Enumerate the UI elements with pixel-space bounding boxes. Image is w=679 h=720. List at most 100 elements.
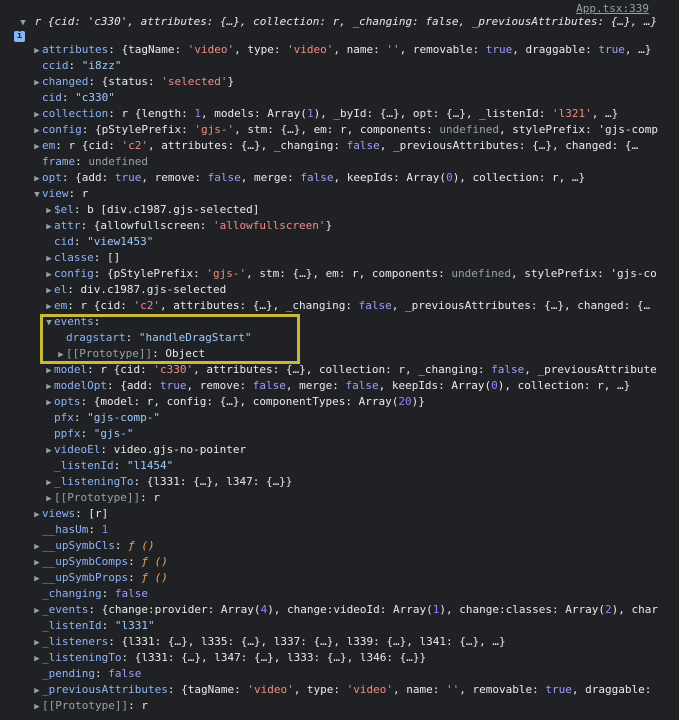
expand-triangle-icon[interactable]: ▶ [32, 75, 42, 90]
property-key: collection [42, 107, 109, 120]
expand-triangle-icon[interactable]: ▶ [32, 507, 42, 522]
property-value: video.gjs-no-pointer [113, 443, 247, 456]
property-row-config[interactable]: ▶ config: {pStylePrefix: 'gjs-', stm: {…}… [0, 266, 679, 282]
property-row-em[interactable]: ▶ em: r {cid: 'c2', attributes: {…}, _cha… [0, 298, 679, 314]
property-row-views[interactable]: ▶ views: [r] [0, 506, 679, 522]
expand-triangle-icon[interactable]: ▶ [44, 251, 54, 266]
expand-triangle-icon[interactable]: ▶ [32, 683, 42, 698]
expand-triangle-icon[interactable]: ▶ [32, 571, 42, 586]
expand-triangle-icon[interactable]: ▶ [32, 171, 42, 186]
property-row-view[interactable]: ▼ view: r [0, 186, 679, 202]
property-row-config[interactable]: ▶ config: {pStylePrefix: 'gjs-', stm: {…}… [0, 122, 679, 138]
property-key: el [54, 283, 68, 296]
property-row-changing: _changing: false [42, 587, 148, 600]
property-row-listeningto[interactable]: ▶ _listeningTo: {l331: {…}, l347: {…}, l3… [0, 650, 679, 666]
property-value: r [153, 491, 160, 504]
property-row-prototype[interactable]: ▶ [[Prototype]]: r [0, 490, 679, 506]
expand-triangle-icon[interactable]: ▶ [32, 139, 42, 154]
property-key: modelOpt [54, 379, 107, 392]
property-row-el[interactable]: ▶ $el: b [div.c1987.gjs-selected] [0, 202, 679, 218]
expand-triangle-icon[interactable]: ▶ [32, 107, 42, 122]
expand-triangle-icon[interactable]: ▶ [44, 203, 54, 218]
property-row-opt[interactable]: ▶ opt: {add: true, remove: false, merge: … [0, 170, 679, 186]
expand-triangle-icon[interactable]: ▶ [44, 267, 54, 282]
property-row-prototype[interactable]: ▶ [[Prototype]]: Object [0, 346, 679, 362]
property-row-collection[interactable]: ▶ collection: r {length: 1, models: Array… [0, 106, 679, 122]
property-row-el[interactable]: ▶ el: div.c1987.gjs-selected [0, 282, 679, 298]
property-row-attributes[interactable]: ▶ attributes: {tagName: 'video', type: 'v… [0, 42, 679, 58]
property-key: view [42, 187, 69, 200]
expand-triangle-icon[interactable]: ▶ [32, 603, 42, 618]
property-row-upsymbcomps[interactable]: ▶ __upSymbComps: ƒ () [0, 554, 679, 570]
property-row-listeningto[interactable]: ▶ _listeningTo: {l331: {…}, l347: {…}} [0, 474, 679, 490]
property-row-cid: cid: "c330" [42, 91, 115, 104]
property-key: _changing [42, 587, 102, 600]
expand-triangle-icon[interactable]: ▶ [32, 539, 42, 554]
property-value: {l331: {…}, l347: {…}} [146, 475, 293, 488]
collapse-triangle-icon[interactable]: ▼ [44, 315, 54, 330]
expand-triangle-icon[interactable]: ▶ [44, 491, 54, 506]
expand-triangle-icon[interactable]: ▶ [32, 699, 42, 714]
expand-triangle-icon[interactable]: ▶ [44, 299, 54, 314]
property-value: {allowfullscreen: 'allowfullscreen'} [93, 219, 333, 232]
property-row-pfx: pfx: "gjs-comp-" [54, 411, 160, 424]
property-key: attributes [42, 43, 109, 56]
property-value: "gjs-comp-" [87, 411, 160, 424]
property-row-attr[interactable]: ▶ attr: {allowfullscreen: 'allowfullscree… [0, 218, 679, 234]
property-value: r {cid: 'c2', attributes: {…}, _changing… [68, 139, 639, 152]
property-row-modelopt[interactable]: ▶ modelOpt: {add: true, remove: false, me… [0, 378, 679, 394]
property-row-hasum: __hasUm: 1 [42, 523, 109, 536]
collapse-triangle-icon[interactable]: ▼ [32, 187, 42, 202]
expand-triangle-icon[interactable]: ▶ [44, 363, 54, 378]
property-value: "handleDragStart" [138, 331, 252, 344]
property-key: _pending [42, 667, 95, 680]
expand-triangle-icon[interactable]: ▶ [32, 555, 42, 570]
property-key: pfx [54, 411, 74, 424]
expand-triangle-icon[interactable]: ▶ [44, 219, 54, 234]
property-value: {tagName: 'video', type: 'video', name: … [121, 43, 652, 56]
property-row-changed[interactable]: ▶ changed: {status: 'selected'} [0, 74, 679, 90]
expand-triangle-icon[interactable]: ▶ [44, 379, 54, 394]
property-value: r {length: 1, models: Array(1), _byId: {… [121, 107, 619, 120]
property-key: frame [42, 155, 76, 168]
info-icon[interactable]: i [14, 30, 25, 42]
property-value: [r] [88, 507, 109, 520]
property-key: __upSymbCls [42, 539, 115, 552]
property-value: "gjs-" [93, 427, 134, 440]
property-row-ccid: ccid: "i8zz" [42, 59, 122, 72]
property-key: views [42, 507, 76, 520]
property-row-videoel[interactable]: ▶ videoEl: video.gjs-no-pointer [0, 442, 679, 458]
expand-triangle-icon[interactable]: ▶ [44, 395, 54, 410]
property-row-events[interactable]: ▶ _events: {change:provider: Array(4), ch… [0, 602, 679, 618]
property-key: _listenId [54, 459, 114, 472]
expand-triangle-icon[interactable]: ▶ [32, 651, 42, 666]
property-row-upsymbcls[interactable]: ▶ __upSymbCls: ƒ () [0, 538, 679, 554]
expand-triangle-icon[interactable]: ▶ [44, 443, 54, 458]
property-row-upsymbprops[interactable]: ▶ __upSymbProps: ƒ () [0, 570, 679, 586]
property-key: _listeningTo [42, 651, 122, 664]
expand-triangle-icon[interactable]: ▶ [56, 347, 66, 362]
property-key: ccid [42, 59, 69, 72]
property-value: false [108, 667, 142, 680]
property-row-em[interactable]: ▶ em: r {cid: 'c2', attributes: {…}, _cha… [0, 138, 679, 154]
property-value: Object [165, 347, 206, 360]
property-row-model[interactable]: ▶ model: r {cid: 'c330', attributes: {…},… [0, 362, 679, 378]
property-row-listeners[interactable]: ▶ _listeners: {l331: {…}, l335: {…}, l337… [0, 634, 679, 650]
property-row-previousattributes[interactable]: ▶ _previousAttributes: {tagName: 'video',… [0, 682, 679, 698]
expand-triangle-icon[interactable]: ▶ [44, 283, 54, 298]
property-value: r [141, 699, 148, 712]
expand-triangle-icon[interactable]: ▶ [32, 123, 42, 138]
property-key: changed [42, 75, 89, 88]
expand-triangle-icon[interactable]: ▶ [32, 43, 42, 58]
property-value: {change:provider: Array(4), change:video… [101, 603, 658, 616]
property-key: ppfx [54, 427, 81, 440]
property-row-events[interactable]: ▼ events: [0, 314, 679, 330]
expand-triangle-icon[interactable]: ▶ [44, 475, 54, 490]
property-row-prototype[interactable]: ▶ [[Prototype]]: r [0, 698, 679, 714]
expand-triangle-icon[interactable]: ▶ [32, 635, 42, 650]
property-row-opts[interactable]: ▶ opts: {model: r, config: {…}, component… [0, 394, 679, 410]
property-key: em [54, 299, 68, 312]
property-key: events [54, 315, 94, 328]
property-key: attr [54, 219, 81, 232]
property-row-classe[interactable]: ▶ classe: [] [0, 250, 679, 266]
